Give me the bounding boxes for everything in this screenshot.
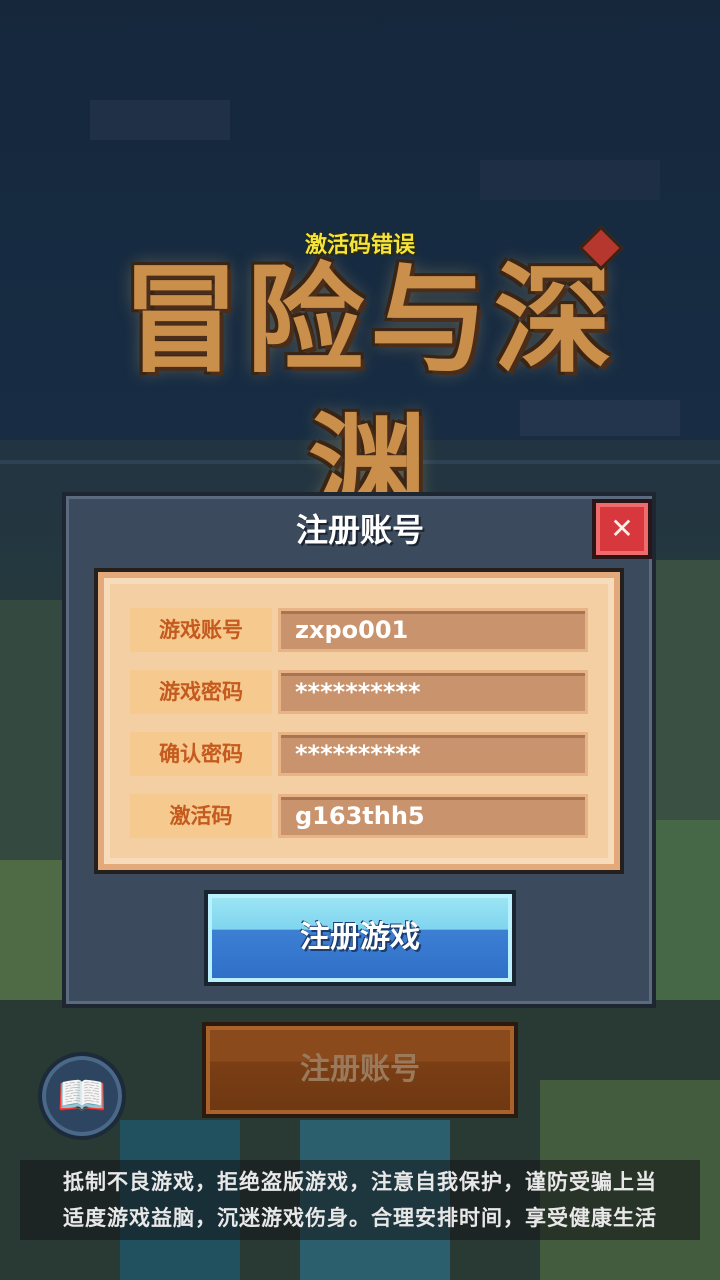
game-logo: 冒险与深渊 (121, 250, 618, 539)
book-icon: 📖 (57, 1073, 107, 1119)
guide-book-button[interactable]: 📖 (38, 1052, 126, 1140)
password-label: 游戏密码 (130, 670, 272, 714)
confirm-password-input[interactable]: ********** (278, 732, 588, 776)
health-notice-line-1: 抵制不良游戏，拒绝盗版游戏，注意自我保护，谨防受骗上当 (63, 1170, 657, 1194)
register-game-button[interactable]: 注册游戏 (204, 890, 516, 986)
activation-code-label: 激活码 (130, 794, 272, 838)
close-button[interactable]: ✕ (592, 499, 652, 559)
close-icon: ✕ (610, 512, 634, 545)
register-account-button[interactable]: 注册账号 (202, 1022, 518, 1118)
health-notice-line-2: 适度游戏益脑，沉迷游戏伤身。合理安排时间，享受健康生活 (63, 1206, 657, 1230)
activation-code-input[interactable]: g163thh5 (278, 794, 588, 838)
account-input[interactable]: zxpo001 (278, 608, 588, 652)
confirm-password-label: 确认密码 (130, 732, 272, 776)
password-input[interactable]: ********** (278, 670, 588, 714)
error-message: 激活码错误 (304, 233, 415, 258)
account-label: 游戏账号 (130, 608, 272, 652)
